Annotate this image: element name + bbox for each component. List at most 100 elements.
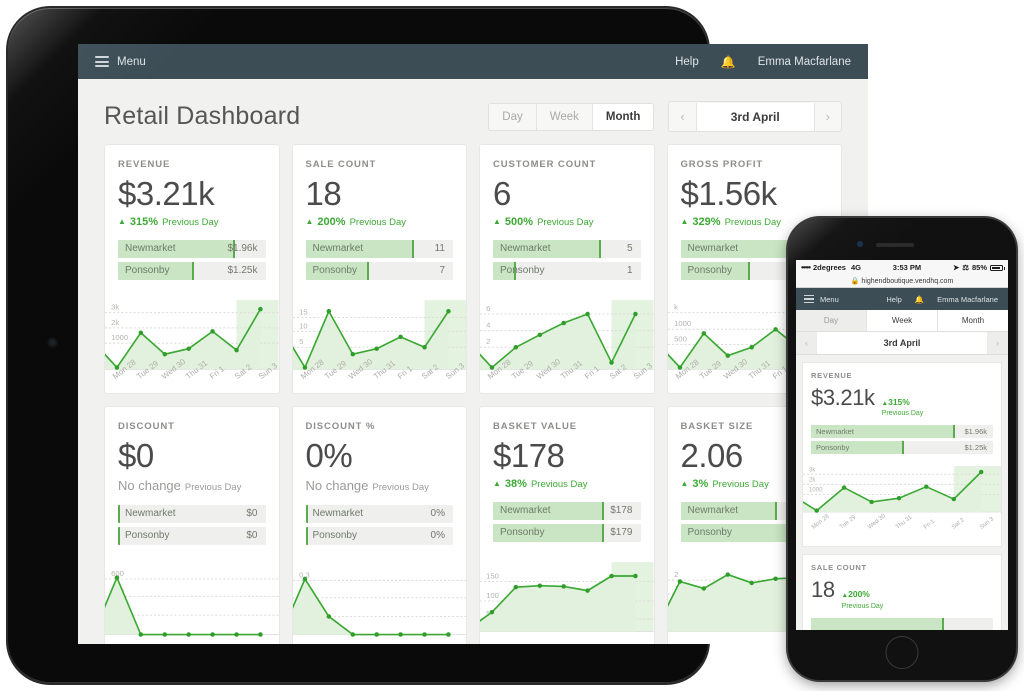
phone-range-tab-group[interactable]: Day Week Month xyxy=(796,310,1008,332)
phone-card-value: 18 xyxy=(811,577,835,603)
store-name: Ponsonby xyxy=(500,265,545,277)
metric-card[interactable]: REVENUE $3.21k ▲ 315% Previous Day Newmark… xyxy=(104,144,280,394)
card-label: BASKET VALUE xyxy=(493,421,577,432)
phone-store-breakdown xyxy=(811,617,993,630)
menu-icon[interactable] xyxy=(95,54,109,70)
metric-card[interactable]: BASKET VALUE $178 ▲ 38% Previous Day Newma… xyxy=(479,406,655,644)
store-value: 0% xyxy=(430,530,445,542)
phone-help-link[interactable]: Help xyxy=(886,295,901,304)
store-bar-row: Ponsonby $0 xyxy=(118,526,266,545)
tablet-camera-icon xyxy=(48,338,57,347)
metric-card[interactable]: CUSTOMER COUNT 6 ▲ 500% Previous Day Newma… xyxy=(479,144,655,394)
store-bar-row: Newmarket $178 xyxy=(493,501,641,520)
network-label: 4G xyxy=(850,263,861,272)
svg-text:1000: 1000 xyxy=(809,488,823,494)
phone-bell-icon[interactable]: 🔔 xyxy=(915,295,924,304)
store-bar-row: Newmarket 11 xyxy=(305,239,453,258)
svg-text:2k: 2k xyxy=(809,478,816,484)
delta-period: Previous Day xyxy=(724,216,782,228)
delta-value: 200% xyxy=(848,589,870,600)
carrier-label: 2degrees xyxy=(813,263,846,272)
screenshot-stage: Menu Help 🔔 Emma Macfarlane Retail Dashb… xyxy=(0,0,1024,691)
svg-text:3k: 3k xyxy=(111,302,119,311)
delta-period: Previous Day xyxy=(530,478,588,490)
store-name: Ponsonby xyxy=(125,530,170,542)
sparkline-chart: 15 10 5 Mon 28 Tue 29 Wed 30 Thu 31 Fri 1 Sat 2… xyxy=(292,294,466,393)
delta-period: Previous Day xyxy=(881,410,924,418)
store-name: Ponsonby xyxy=(687,527,732,539)
range-tab-group[interactable]: Day Week Month xyxy=(488,102,655,131)
delta-value: 315% xyxy=(888,397,910,407)
url-text: highendboutique.vendhq.com xyxy=(861,277,954,285)
store-bar-row: Newmarket 5 xyxy=(493,239,641,258)
phone-camera-icon xyxy=(857,241,863,247)
phone-date-navigator[interactable]: ‹ 3rd April › xyxy=(796,332,1008,355)
phone-date-prev-button[interactable]: ‹ xyxy=(796,332,817,354)
range-tab-week[interactable]: Week xyxy=(537,103,593,130)
store-value: $178 xyxy=(610,505,633,517)
delta-indicator: ▲ 315% Previous Day xyxy=(118,216,266,228)
sparkline-chart: 0.30.20.1 xyxy=(292,559,466,644)
delta-value: 200% xyxy=(317,215,346,228)
date-next-button[interactable]: › xyxy=(815,102,841,131)
store-bar-row: Ponsonby $1.25k xyxy=(811,441,993,455)
card-value: $0 xyxy=(118,437,154,474)
delta-up-arrow-icon: ▲ xyxy=(680,216,689,226)
svg-text:150: 150 xyxy=(486,571,499,580)
help-link[interactable]: Help xyxy=(675,56,699,68)
svg-text:2: 2 xyxy=(486,337,490,346)
store-name: Ponsonby xyxy=(312,265,357,277)
card-value: 18 xyxy=(305,175,342,212)
store-name: Ponsonby xyxy=(816,443,850,453)
phone-device-frame: ••••• 2degrees 4G 3:53 PM ➤ ⚖ 85% 🔒 high… xyxy=(788,218,1016,680)
phone-user-name[interactable]: Emma Macfarlane xyxy=(937,295,998,304)
card-label: REVENUE xyxy=(118,159,171,170)
battery-percent: 85% xyxy=(971,263,987,272)
menu-label[interactable]: Menu xyxy=(117,56,146,68)
phone-range-tab-week[interactable]: Week xyxy=(867,310,938,331)
phone-url-bar[interactable]: 🔒 highendboutique.vendhq.com xyxy=(796,275,1008,288)
store-bar-row: Ponsonby $1.25k xyxy=(118,261,266,280)
phone-range-tab-day[interactable]: Day xyxy=(796,310,867,331)
user-name[interactable]: Emma Macfarlane xyxy=(758,56,851,68)
metric-card[interactable]: DISCOUNT % 0% No change Previous Day Newm… xyxy=(291,406,467,644)
phone-range-tab-month[interactable]: Month xyxy=(938,310,1008,331)
metric-card[interactable]: DISCOUNT $0 No change Previous Day Newmar… xyxy=(104,406,280,644)
delta-up-arrow-icon: ▲ xyxy=(680,478,689,488)
metric-card-grid: REVENUE $3.21k ▲ 315% Previous Day Newmark… xyxy=(78,144,868,644)
tablet-device-frame: Menu Help 🔔 Emma Macfarlane Retail Dashb… xyxy=(8,8,868,683)
phone-home-button[interactable] xyxy=(885,636,919,669)
svg-text:1000: 1000 xyxy=(674,319,691,328)
status-time: 3:53 PM xyxy=(892,263,922,272)
card-label: SALE COUNT xyxy=(305,159,377,170)
sparkline-chart: 15010050 xyxy=(480,556,654,644)
store-name: Newmarket xyxy=(312,243,364,255)
delta-indicator: ▲ 200% Previous Day xyxy=(306,216,454,228)
card-value: 6 xyxy=(493,175,511,212)
signal-dots-icon: ••••• xyxy=(801,263,811,272)
date-label: 3rd April xyxy=(695,102,815,131)
delta-up-arrow-icon: ▲ xyxy=(118,216,126,226)
bell-icon[interactable]: 🔔 xyxy=(721,55,736,69)
page-title-row: Retail Dashboard Day Week Month ‹ 3rd Apri… xyxy=(78,79,868,144)
phone-delta-indicator: ▲315% Previous Day xyxy=(882,392,924,418)
store-bar-row: Newmarket 0% xyxy=(305,504,453,523)
phone-metric-card[interactable]: SALE COUNT 18 ▲200% Previous Day xyxy=(802,554,1002,630)
delta-value: No change xyxy=(118,477,181,493)
metric-card[interactable]: SALE COUNT 18 ▲ 200% Previous Day Newmarke… xyxy=(291,144,467,394)
svg-text:100: 100 xyxy=(486,591,499,600)
phone-sparkline-chart: 3k 2k 1000 Mon 28 Tue 29 Wed 30 Thu 31 Fri 1 Sa… xyxy=(803,460,1001,546)
range-tab-day[interactable]: Day xyxy=(489,103,537,130)
range-tab-month[interactable]: Month xyxy=(592,103,654,130)
store-value: $1.25k xyxy=(964,443,987,453)
date-navigator[interactable]: ‹ 3rd April › xyxy=(668,101,842,132)
phone-card-label: REVENUE xyxy=(811,371,853,380)
tablet-screen: Menu Help 🔔 Emma Macfarlane Retail Dashb… xyxy=(78,44,868,644)
date-prev-button[interactable]: ‹ xyxy=(669,102,695,131)
store-name: Ponsonby xyxy=(312,530,357,542)
phone-menu-icon[interactable] xyxy=(804,293,814,305)
phone-date-next-button[interactable]: › xyxy=(987,332,1008,354)
phone-metric-card[interactable]: REVENUE $3.21k ▲315% Previous Day Newmar… xyxy=(802,362,1002,548)
store-breakdown: Newmarket $0 Ponsonby $0 xyxy=(118,504,266,549)
phone-menu-label[interactable]: Menu xyxy=(820,295,839,304)
